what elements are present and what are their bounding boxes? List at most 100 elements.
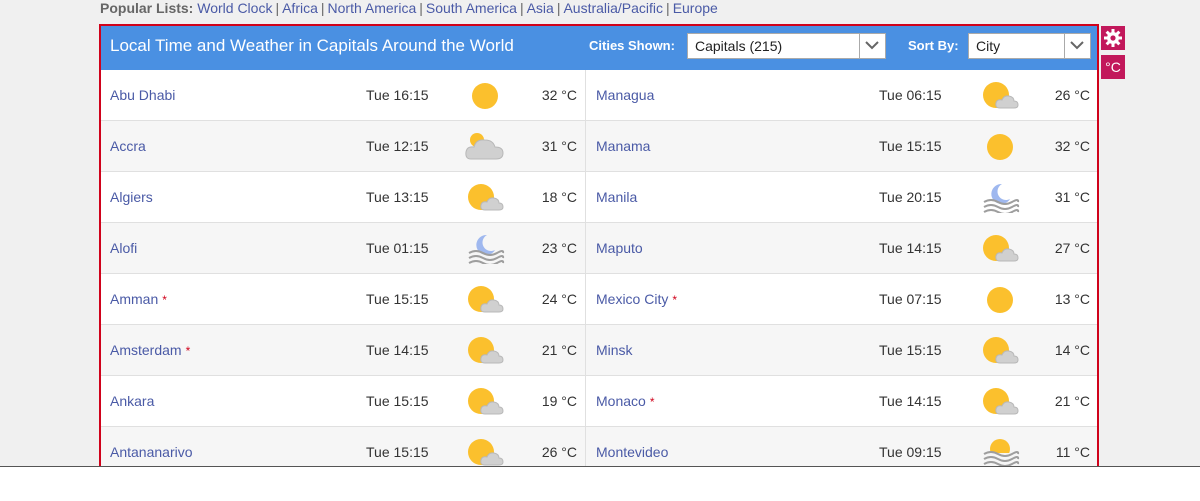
city-link[interactable]: Monaco [596,393,646,409]
chevron-down-icon[interactable] [1064,34,1090,58]
local-time: Tue 07:15 [879,291,942,307]
local-time: Tue 15:15 [879,138,942,154]
partly-cloudy-icon [980,336,1020,366]
popular-link-north-america[interactable]: North America [328,0,417,16]
cities-shown-value: Capitals (215) [695,38,783,54]
city-cell: Amsterdam * [110,325,190,375]
city-link[interactable]: Accra [110,138,146,154]
table-row: Amsterdam * Tue 14:15 21 °C Minsk Tue 15:15 14… [101,325,1097,376]
table-row: Accra Tue 12:15 31 °C Manama Tue 15:15 32 °C [101,121,1097,172]
city-link[interactable]: Mexico City [596,291,668,307]
temperature: 31 °C [541,138,577,154]
temperature: 32 °C [1054,138,1090,154]
night-fog-icon [980,183,1020,215]
sun-fog-icon [980,438,1020,468]
unit-toggle-button[interactable]: °C [1101,55,1125,79]
local-time: Tue 13:15 [366,189,429,205]
table-row: Algiers Tue 13:15 18 °C Manila Tue 20:15 31 °… [101,172,1097,223]
dst-marker: * [649,395,655,409]
city-link[interactable]: Minsk [596,342,633,358]
widget-title: Local Time and Weather in Capitals Aroun… [110,36,514,55]
table-row: Abu Dhabi Tue 16:15 32 °C Managua Tue 06:15 2… [101,70,1097,121]
cities-shown-label: Cities Shown: [589,38,675,53]
gear-icon [1103,29,1123,51]
dst-marker: * [162,293,167,307]
table-row: Alofi Tue 01:15 23 °C Maputo Tue 14:15 27 °C [101,223,1097,274]
local-time: Tue 06:15 [879,87,942,103]
local-time: Tue 14:15 [879,393,942,409]
city-link[interactable]: Abu Dhabi [110,87,175,103]
popular-lists-label: Popular Lists: [100,0,194,16]
city-cell: Abu Dhabi [110,70,175,120]
chevron-down-icon[interactable] [859,34,885,58]
local-time: Tue 15:15 [366,291,429,307]
city-cell: Alofi [110,223,137,273]
cities-shown-select[interactable]: Capitals (215) [687,33,886,59]
city-link[interactable]: Amman [110,291,158,307]
table-row: Amman * Tue 15:15 24 °C Mexico City * Tue 07:1… [101,274,1097,325]
partly-cloudy-icon [465,183,505,213]
city-link[interactable]: Antananarivo [110,444,193,460]
city-link[interactable]: Maputo [596,240,643,256]
partly-cloudy-icon [465,285,505,315]
sunny-icon [465,81,505,111]
local-time: Tue 20:15 [879,189,942,205]
city-link[interactable]: Manama [596,138,650,154]
city-link[interactable]: Ankara [110,393,154,409]
settings-button[interactable] [1101,26,1125,50]
city-cell: Maputo [596,223,643,273]
temperature: 19 °C [541,393,577,409]
sort-by-value: City [976,38,1001,54]
city-cell: Manama [596,121,650,171]
partly-cloudy-icon [980,81,1020,111]
city-cell: Algiers [110,172,153,222]
partly-cloudy-icon [465,438,505,468]
partly-cloudy-icon [465,336,505,366]
city-link[interactable]: Amsterdam [110,342,182,358]
city-link[interactable]: Alofi [110,240,137,256]
cloudy-icon [465,132,505,162]
temperature: 21 °C [1054,393,1090,409]
temperature: 24 °C [541,291,577,307]
partly-cloudy-icon [980,387,1020,417]
sunny-icon [980,132,1020,162]
city-link[interactable]: Algiers [110,189,153,205]
city-link[interactable]: Managua [596,87,654,103]
popular-link-world-clock[interactable]: World Clock [197,0,272,16]
dst-marker: * [672,293,678,307]
unit-label: °C [1105,59,1121,75]
city-link[interactable]: Manila [596,189,637,205]
popular-link-asia[interactable]: Asia [527,0,554,16]
local-time: Tue 14:15 [366,342,429,358]
temperature: 32 °C [541,87,577,103]
city-cell: Ankara [110,376,154,426]
temperature: 21 °C [541,342,577,358]
popular-link-africa[interactable]: Africa [282,0,318,16]
city-cell: Accra [110,121,146,171]
city-link[interactable]: Montevideo [596,444,668,460]
local-time: Tue 16:15 [366,87,429,103]
partly-cloudy-icon [980,234,1020,264]
sunny-icon [980,285,1020,315]
temperature: 27 °C [1054,240,1090,256]
popular-link-europe[interactable]: Europe [673,0,718,16]
popular-lists: Popular Lists: World Clock | Africa | North … [100,0,718,16]
local-time: Tue 12:15 [366,138,429,154]
temperature: 26 °C [1054,87,1090,103]
capitals-weather-widget: Local Time and Weather in Capitals Aroun… [99,24,1099,474]
temperature: 14 °C [1054,342,1090,358]
local-time: Tue 15:15 [879,342,942,358]
local-time: Tue 15:15 [366,393,429,409]
sort-by-select[interactable]: City [968,33,1091,59]
local-time: Tue 01:15 [366,240,429,256]
city-cell: Manila [596,172,637,222]
popular-link-south-america[interactable]: South America [426,0,517,16]
temperature: 23 °C [541,240,577,256]
sort-by-label: Sort By: [908,38,959,53]
temperature: 13 °C [1054,291,1090,307]
city-cell: Minsk [596,325,633,375]
page-footer-area [0,467,1200,501]
night-fog-icon [465,234,505,266]
popular-link-australia-pacific[interactable]: Australia/Pacific [563,0,663,16]
local-time: Tue 14:15 [879,240,942,256]
